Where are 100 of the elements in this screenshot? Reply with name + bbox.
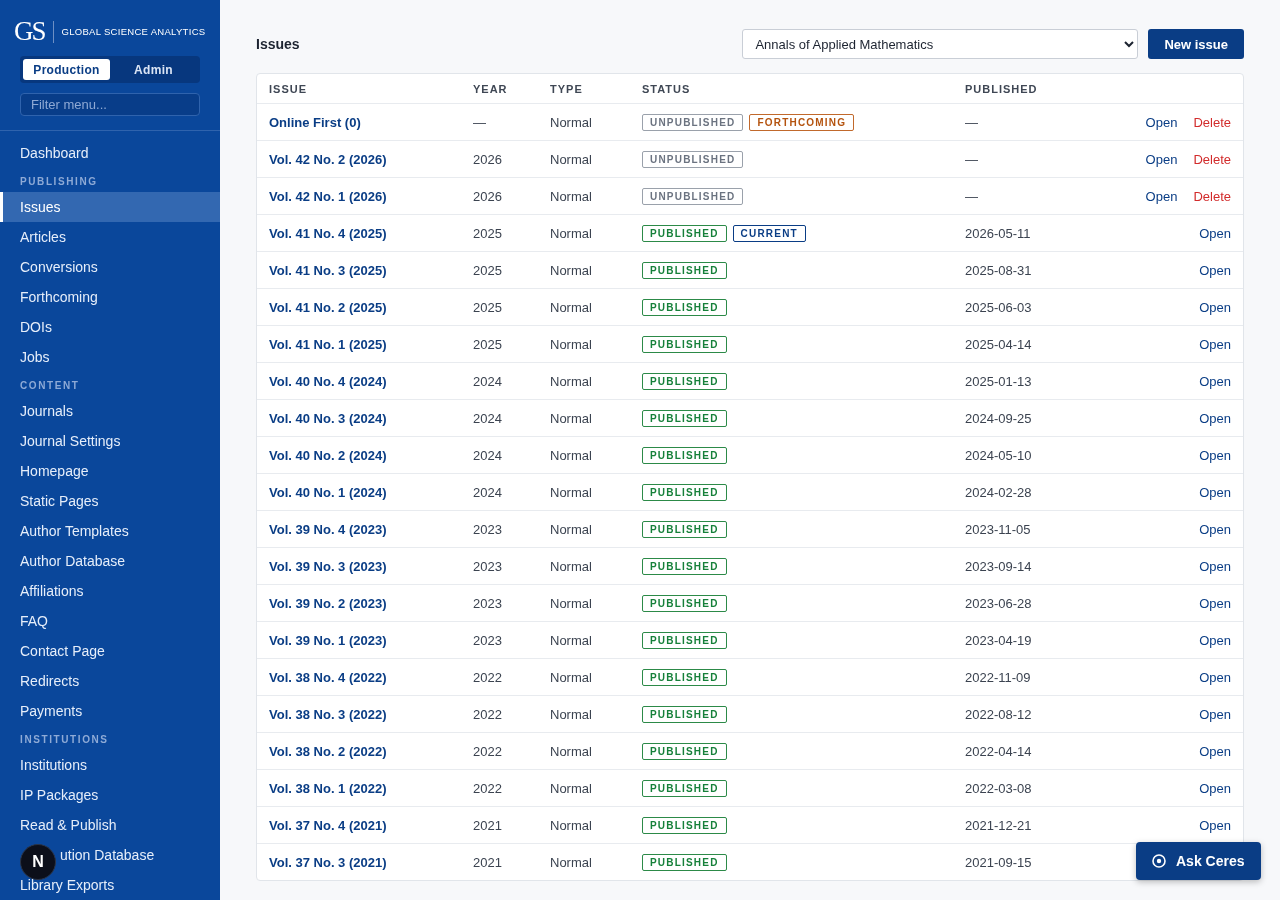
open-link[interactable]: Open [1199, 484, 1231, 500]
column-header: TYPE [550, 82, 584, 95]
issue-link[interactable]: Vol. 38 No. 3 (2022) [269, 706, 387, 722]
open-link[interactable]: Open [1199, 336, 1231, 352]
sidebar-item[interactable]: Author Templates [0, 516, 220, 546]
published-date: 2021-12-21 [965, 817, 1032, 833]
sidebar-item[interactable]: Jobs [0, 342, 220, 372]
open-link[interactable]: Open [1199, 447, 1231, 463]
mode-tab[interactable]: Admin [110, 59, 197, 80]
open-link[interactable]: Open [1199, 373, 1231, 389]
delete-link[interactable]: Delete [1193, 151, 1231, 167]
sidebar-item[interactable]: Articles [0, 222, 220, 252]
type-text: Normal [550, 336, 592, 352]
sidebar-item[interactable]: Institutions [0, 750, 220, 780]
type-text: Normal [550, 447, 592, 463]
journal-select[interactable]: Annals of Applied Mathematics [742, 29, 1139, 59]
sidebar-item[interactable]: Journals [0, 396, 220, 426]
open-link[interactable]: Open [1145, 151, 1178, 167]
column-header: ISSUE [269, 82, 308, 95]
status-badge: PUBLISHED [642, 335, 727, 353]
issue-link[interactable]: Vol. 41 No. 2 (2025) [269, 299, 387, 315]
open-link[interactable]: Open [1199, 817, 1231, 833]
issue-link[interactable]: Vol. 41 No. 1 (2025) [269, 336, 387, 352]
target-icon [1152, 854, 1166, 868]
open-link[interactable]: Open [1199, 632, 1231, 648]
issue-link[interactable]: Vol. 40 No. 4 (2024) [269, 373, 387, 389]
issue-link[interactable]: Vol. 40 No. 3 (2024) [269, 410, 387, 426]
new-issue-button[interactable]: New issue [1148, 29, 1244, 59]
sidebar-item[interactable]: DOIs [0, 312, 220, 342]
issue-link[interactable]: Vol. 40 No. 1 (2024) [269, 484, 387, 500]
ask-button[interactable]: Ask Ceres [1136, 842, 1261, 880]
sidebar-item[interactable]: Redirects [0, 666, 220, 696]
type-text: Normal [550, 595, 592, 611]
issue-link[interactable]: Vol. 37 No. 4 (2021) [269, 817, 387, 833]
open-link[interactable]: Open [1199, 595, 1231, 611]
status-badge: PUBLISHED [642, 779, 727, 797]
issue-link[interactable]: Online First (0) [269, 114, 361, 130]
year-text: 2026 [473, 151, 502, 167]
logo-mark: GS [14, 18, 45, 45]
status-badge: PUBLISHED [642, 594, 727, 612]
sidebar-item[interactable]: Homepage [0, 456, 220, 486]
type-text: Normal [550, 410, 592, 426]
open-link[interactable]: Open [1145, 114, 1178, 130]
sidebar-item[interactable]: FAQ [0, 606, 220, 636]
sidebar-item[interactable]: Contact Page [0, 636, 220, 666]
published-date: 2024-09-25 [965, 410, 1032, 426]
open-link[interactable]: Open [1199, 558, 1231, 574]
issue-link[interactable]: Vol. 40 No. 2 (2024) [269, 447, 387, 463]
sidebar-item[interactable]: Read & Publish [0, 810, 220, 840]
sidebar-item[interactable]: Static Pages [0, 486, 220, 516]
published-date: 2023-09-14 [965, 558, 1032, 574]
issue-link[interactable]: Vol. 39 No. 1 (2023) [269, 632, 387, 648]
year-text: 2022 [473, 780, 502, 796]
sidebar-item[interactable]: Dashboard [0, 138, 220, 168]
published-date: — [965, 188, 978, 204]
open-link[interactable]: Open [1199, 669, 1231, 685]
sidebar-item[interactable]: Forthcoming [0, 282, 220, 312]
open-link[interactable]: Open [1199, 780, 1231, 796]
issue-link[interactable]: Vol. 38 No. 1 (2022) [269, 780, 387, 796]
issue-link[interactable]: Vol. 39 No. 4 (2023) [269, 521, 387, 537]
open-link[interactable]: Open [1199, 706, 1231, 722]
open-link[interactable]: Open [1145, 188, 1178, 204]
open-link[interactable]: Open [1199, 225, 1231, 241]
issue-link[interactable]: Vol. 39 No. 2 (2023) [269, 595, 387, 611]
open-link[interactable]: Open [1199, 743, 1231, 759]
issue-link[interactable]: Vol. 39 No. 3 (2023) [269, 558, 387, 574]
mode-tab[interactable]: Production [23, 59, 110, 80]
sidebar-item[interactable]: Issues [0, 192, 220, 222]
open-link[interactable]: Open [1199, 521, 1231, 537]
issue-link[interactable]: Vol. 41 No. 4 (2025) [269, 225, 387, 241]
issue-link[interactable]: Vol. 38 No. 2 (2022) [269, 743, 387, 759]
type-text: Normal [550, 373, 592, 389]
issue-link[interactable]: Vol. 42 No. 1 (2026) [269, 188, 387, 204]
open-link[interactable]: Open [1199, 410, 1231, 426]
issue-link[interactable]: Vol. 37 No. 3 (2021) [269, 854, 387, 870]
sidebar-item[interactable]: Conversions [0, 252, 220, 282]
filter-field[interactable]: Filter menu... [20, 93, 200, 116]
sidebar-item[interactable]: Affiliations [0, 576, 220, 606]
type-text: Normal [550, 780, 592, 796]
year-text: 2022 [473, 706, 502, 722]
year-text: 2026 [473, 188, 502, 204]
status-badge: CURRENT [732, 224, 806, 242]
delete-link[interactable]: Delete [1193, 114, 1231, 130]
open-link[interactable]: Open [1199, 262, 1231, 278]
delete-link[interactable]: Delete [1193, 188, 1231, 204]
issue-link[interactable]: Vol. 38 No. 4 (2022) [269, 669, 387, 685]
sidebar-item[interactable]: IP Packages [0, 780, 220, 810]
sidebar-item[interactable]: Journal Settings [0, 426, 220, 456]
sidebar-item[interactable]: Author Database [0, 546, 220, 576]
issue-link[interactable]: Vol. 41 No. 3 (2025) [269, 262, 387, 278]
status-badge: PUBLISHED [642, 372, 727, 390]
published-date: 2024-02-28 [965, 484, 1032, 500]
published-date: 2023-04-19 [965, 632, 1032, 648]
year-text: 2023 [473, 595, 502, 611]
sidebar-item[interactable]: Payments [0, 696, 220, 726]
type-text: Normal [550, 558, 592, 574]
sidebar-item[interactable]: ution Database [60, 847, 155, 863]
open-link[interactable]: Open [1199, 299, 1231, 315]
issue-link[interactable]: Vol. 42 No. 2 (2026) [269, 151, 387, 167]
published-date: 2022-08-12 [965, 706, 1032, 722]
